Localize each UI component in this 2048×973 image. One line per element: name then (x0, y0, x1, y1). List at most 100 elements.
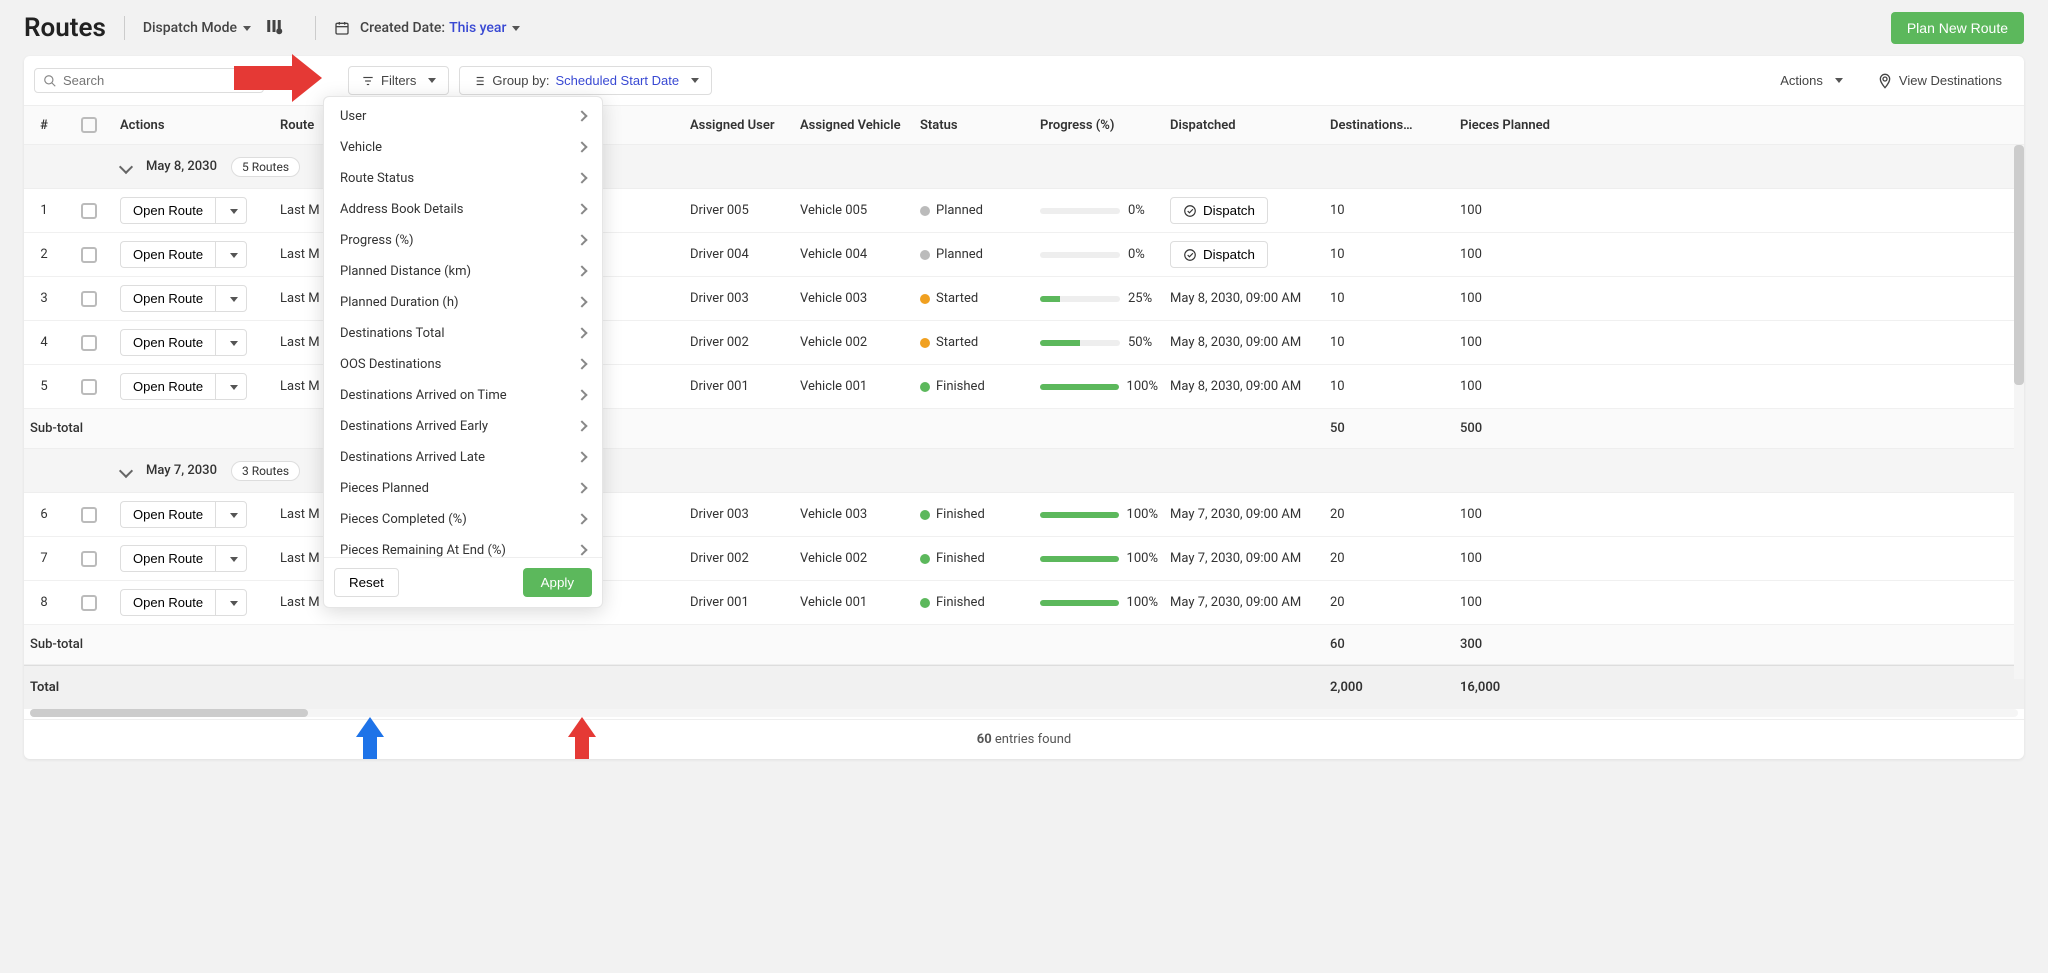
pieces-cell: 100 (1454, 247, 1584, 262)
open-route-dropdown[interactable] (215, 589, 247, 616)
view-destinations-button[interactable]: View Destinations (1865, 67, 2014, 95)
group-count-badge: 5 Routes (231, 157, 300, 177)
row-checkbox[interactable] (81, 335, 97, 351)
progress-cell: 100% (1034, 595, 1164, 610)
filter-item[interactable]: Pieces Planned (324, 473, 602, 504)
filter-item[interactable]: OOS Destinations (324, 349, 602, 380)
dispatch-mode-dropdown[interactable]: Dispatch Mode (143, 20, 251, 36)
progress-cell: 25% (1034, 291, 1164, 306)
progress-cell: 100% (1034, 379, 1164, 394)
assigned-vehicle: Vehicle 003 (794, 507, 914, 522)
status-dot (920, 338, 930, 348)
filter-item[interactable]: Planned Distance (km) (324, 256, 602, 287)
created-date-filter[interactable]: Created Date: This year (334, 20, 520, 36)
dispatched-cell: May 8, 2030, 09:00 AM (1164, 379, 1324, 394)
filter-item[interactable]: Pieces Remaining At End (%) (324, 535, 602, 557)
row-checkbox[interactable] (81, 379, 97, 395)
open-route-button[interactable]: Open Route (120, 373, 215, 400)
row-checkbox[interactable] (81, 247, 97, 263)
chevron-right-icon (578, 202, 586, 217)
horizontal-scrollbar[interactable] (24, 709, 2024, 719)
row-checkbox[interactable] (81, 551, 97, 567)
open-route-button[interactable]: Open Route (120, 285, 215, 312)
dispatch-button[interactable]: Dispatch (1170, 197, 1268, 224)
chevron-right-icon (578, 450, 586, 465)
col-progress: Progress (%) (1034, 118, 1164, 133)
filter-item[interactable]: Planned Duration (h) (324, 287, 602, 318)
search-input[interactable] (63, 73, 255, 88)
assigned-vehicle: Vehicle 004 (794, 247, 914, 262)
dispatched-cell: Dispatch (1164, 241, 1324, 268)
chevron-right-icon (578, 326, 586, 341)
chevron-right-icon (578, 233, 586, 248)
col-vehicle: Assigned Vehicle (794, 118, 914, 133)
open-route-dropdown[interactable] (215, 197, 247, 224)
row-checkbox[interactable] (81, 203, 97, 219)
col-actions: Actions (114, 118, 274, 133)
open-route-button[interactable]: Open Route (120, 545, 215, 572)
destinations-cell: 20 (1324, 551, 1454, 566)
open-route-dropdown[interactable] (215, 285, 247, 312)
assigned-user: Driver 003 (684, 507, 794, 522)
group-date: May 8, 2030 (146, 159, 217, 174)
row-checkbox[interactable] (81, 595, 97, 611)
dispatched-cell: May 7, 2030, 09:00 AM (1164, 507, 1324, 522)
page-title: Routes (24, 13, 106, 43)
filter-item[interactable]: Address Book Details (324, 194, 602, 225)
chevron-down-icon[interactable] (120, 161, 132, 173)
dispatched-cell: May 7, 2030, 09:00 AM (1164, 551, 1324, 566)
open-route-button[interactable]: Open Route (120, 501, 215, 528)
group-count-badge: 3 Routes (231, 461, 300, 481)
open-route-dropdown[interactable] (215, 501, 247, 528)
filter-item[interactable]: User (324, 101, 602, 132)
status-cell: Finished (914, 379, 1034, 394)
apply-button[interactable]: Apply (523, 568, 592, 597)
assigned-vehicle: Vehicle 003 (794, 291, 914, 306)
status-dot (920, 294, 930, 304)
chevron-right-icon (578, 109, 586, 124)
dispatch-button[interactable]: Dispatch (1170, 241, 1268, 268)
progress-cell: 100% (1034, 507, 1164, 522)
open-route-button[interactable]: Open Route (120, 241, 215, 268)
open-route-button[interactable]: Open Route (120, 329, 215, 356)
filter-item[interactable]: Destinations Total (324, 318, 602, 349)
group-by-button[interactable]: Group by: Scheduled Start Date (459, 66, 712, 95)
plan-new-route-button[interactable]: Plan New Route (1891, 12, 2024, 44)
progress-cell: 100% (1034, 551, 1164, 566)
destinations-cell: 10 (1324, 379, 1454, 394)
actions-button[interactable]: Actions (1768, 67, 1855, 94)
row-checkbox[interactable] (81, 291, 97, 307)
open-route-dropdown[interactable] (215, 373, 247, 400)
filter-item[interactable]: Destinations Arrived Late (324, 442, 602, 473)
pieces-cell: 100 (1454, 551, 1584, 566)
group-date: May 7, 2030 (146, 463, 217, 478)
chevron-down-icon[interactable] (120, 465, 132, 477)
row-checkbox[interactable] (81, 507, 97, 523)
total-row: Total 2,000 16,000 (24, 665, 2024, 709)
filters-button[interactable]: Filters (348, 66, 449, 95)
filter-item[interactable]: Destinations Arrived on Time (324, 380, 602, 411)
filter-item[interactable]: Pieces Completed (%) (324, 504, 602, 535)
col-user: Assigned User (684, 118, 794, 133)
col-dispatched: Dispatched (1164, 118, 1324, 133)
filter-item[interactable]: Destinations Arrived Early (324, 411, 602, 442)
open-route-dropdown[interactable] (215, 241, 247, 268)
open-route-dropdown[interactable] (215, 329, 247, 356)
filter-item[interactable]: Progress (%) (324, 225, 602, 256)
open-route-button[interactable]: Open Route (120, 197, 215, 224)
reset-button[interactable]: Reset (334, 568, 399, 597)
filter-item[interactable]: Route Status (324, 163, 602, 194)
annotation-arrow-reset (356, 717, 380, 759)
calendar-icon (334, 20, 350, 36)
chevron-right-icon (578, 264, 586, 279)
vertical-scrollbar[interactable] (2014, 145, 2024, 679)
divider (124, 16, 125, 40)
map-config-icon[interactable] (265, 17, 283, 39)
open-route-button[interactable]: Open Route (120, 589, 215, 616)
status-cell: Started (914, 291, 1034, 306)
assigned-user: Driver 005 (684, 203, 794, 218)
status-cell: Started (914, 335, 1034, 350)
open-route-dropdown[interactable] (215, 545, 247, 572)
select-all-checkbox[interactable] (81, 117, 97, 133)
filter-item[interactable]: Vehicle (324, 132, 602, 163)
